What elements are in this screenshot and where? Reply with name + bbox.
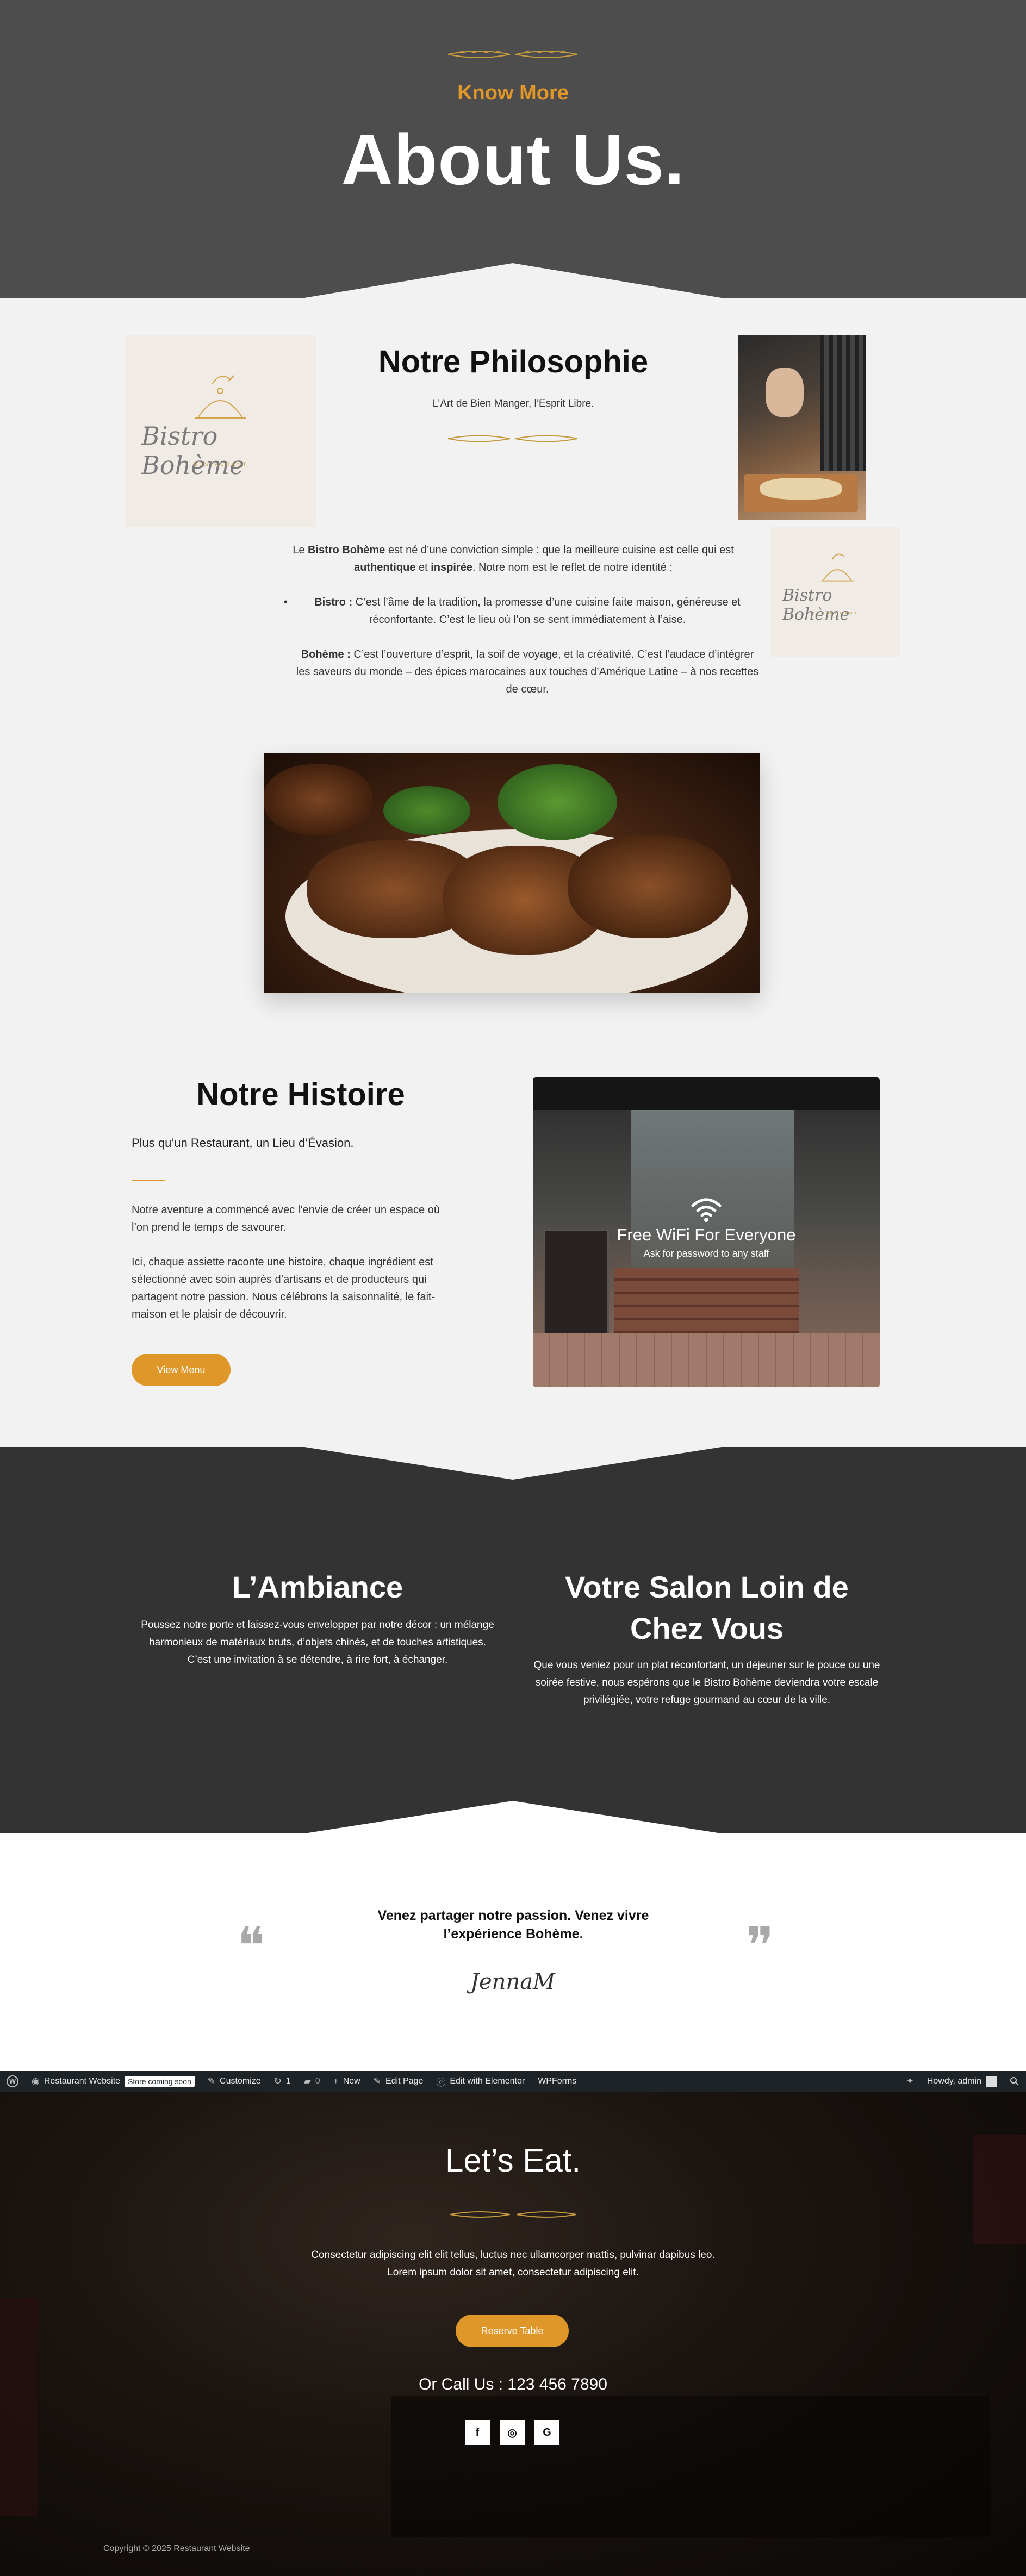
- comment-icon: ▰: [303, 2076, 311, 2086]
- histoire-paragraph-2: Ici, chaque assiette raconte une histoir…: [132, 1256, 436, 1320]
- footer-title: Let’s Eat.: [445, 2142, 581, 2179]
- philosophy-intro: Le Bistro Bohème est né d’une conviction…: [293, 544, 734, 573]
- salon-title: Votre Salon Loin de Chez Vous: [565, 1570, 849, 1645]
- bistro-logo-small: Bistro Bohème RESTAURANT: [770, 527, 900, 657]
- store-status-badge: Store coming soon: [125, 2076, 195, 2087]
- hero-divider-shape: [304, 263, 722, 298]
- list-item: • Bistro : C’est l’âme de la tradition, …: [284, 596, 741, 626]
- histoire-title: Notre Histoire: [196, 1077, 405, 1112]
- search-icon: [1010, 2077, 1019, 2086]
- ambiance-title: L’Ambiance: [232, 1570, 403, 1604]
- ambiance-section: L’Ambiance Poussez notre porte et laisse…: [0, 1447, 1026, 1833]
- philosophy-title: Notre Philosophie: [378, 344, 649, 379]
- quote-text: Venez partager notre passion. Venez vivr…: [377, 1908, 649, 1942]
- reserve-table-button[interactable]: Reserve Table: [456, 2315, 569, 2347]
- pencil-icon: ✎: [373, 2076, 381, 2086]
- logo-script: Bistro Bohème: [782, 586, 850, 624]
- edit-page-link[interactable]: ✎ Edit Page: [367, 2071, 430, 2092]
- wheat-ornament-icon: [450, 2211, 577, 2218]
- quote-open-icon: ❝: [237, 1917, 265, 1975]
- hero-eyebrow: Know More: [457, 82, 569, 104]
- philosophy-subtitle: L’Art de Bien Manger, l’Esprit Libre.: [432, 398, 594, 409]
- edit-with-elementor-link[interactable]: ⓔ Edit with Elementor: [430, 2071, 531, 2092]
- grilled-meat-photo: [264, 753, 760, 993]
- copyright: Copyright © 2025 Restaurant Website: [103, 2544, 250, 2553]
- wheat-ornament-icon: [447, 435, 578, 442]
- hero-section: Know More About Us.: [0, 0, 1026, 298]
- wifi-title: Free WiFi For Everyone: [617, 1225, 796, 1244]
- restaurant-entrance-photo: Free WiFi For Everyone Ask for password …: [533, 1077, 880, 1387]
- ai-assistant-button[interactable]: ✦: [900, 2071, 921, 2092]
- quote-close-icon: ❞: [746, 1917, 774, 1975]
- logo-subtitle: RESTAURANT: [193, 461, 248, 467]
- brush-icon: ✎: [207, 2076, 216, 2086]
- salon-text: Que vous veniez pour un plat réconfortan…: [533, 1660, 880, 1706]
- wheat-ornament-icon: [447, 51, 578, 58]
- histoire-paragraph-1: Notre aventure a commencé avec l’envie d…: [132, 1204, 440, 1233]
- site-name-menu[interactable]: ◉ Restaurant Website Store coming soon: [25, 2071, 201, 2092]
- wpforms-menu[interactable]: WPForms: [531, 2071, 583, 2092]
- footer-section: Let’s Eat. Consectetur adipiscing elit e…: [0, 2092, 1026, 2576]
- cloche-icon: [821, 553, 854, 582]
- footer-text-line-2: Lorem ipsum dolor sit amet, consectetur …: [387, 2267, 639, 2278]
- accent-divider: [132, 1180, 165, 1181]
- elementor-icon: ⓔ: [436, 2077, 446, 2088]
- quote-signature: JennaM: [470, 1969, 556, 1994]
- logo-subtitle: RESTAURANT: [811, 612, 859, 615]
- google-icon[interactable]: G: [534, 2420, 559, 2445]
- histoire-subtitle: Plus qu’un Restaurant, un Lieu d’Évasion…: [132, 1136, 354, 1150]
- page-title: About Us.: [341, 120, 685, 199]
- new-content-menu[interactable]: + New: [327, 2071, 367, 2092]
- footer-phone: Or Call Us : 123 456 7890: [419, 2375, 607, 2393]
- wifi-subtitle: Ask for password to any staff: [643, 1248, 769, 1259]
- quote-section: ❝ Venez partager notre passion. Venez vi…: [0, 1833, 1026, 2071]
- wordpress-icon: W: [7, 2075, 18, 2087]
- customize-link[interactable]: ✎ Customize: [201, 2071, 268, 2092]
- logo-script: Bistro Bohème: [141, 421, 245, 480]
- admin-search-button[interactable]: [1003, 2071, 1026, 2092]
- brand-name: Bistro Bohème: [308, 544, 385, 556]
- updates-link[interactable]: ↻ 1: [268, 2071, 297, 2092]
- wp-admin-bar: W ◉ Restaurant Website Store coming soon…: [0, 2071, 1026, 2092]
- comments-link[interactable]: ▰ 0: [297, 2071, 327, 2092]
- chef-pouring-photo: [738, 335, 866, 520]
- plus-icon: +: [333, 2076, 339, 2086]
- footer-text-line-1: Consectetur adipiscing elit elit tellus,…: [311, 2249, 715, 2261]
- bottom-divider-shape: [304, 1801, 722, 1833]
- ambiance-text: Poussez notre porte et laissez-vous enve…: [141, 1619, 494, 1666]
- view-menu-button[interactable]: View Menu: [132, 1354, 231, 1386]
- dashboard-icon: ◉: [32, 2076, 40, 2086]
- instagram-icon[interactable]: ◎: [500, 2420, 525, 2445]
- list-item: Bohème : C’est l’ouverture d’esprit, la …: [296, 648, 759, 695]
- bistro-logo-large: Bistro Bohème RESTAURANT: [125, 335, 316, 527]
- wifi-icon: [691, 1198, 722, 1222]
- account-menu[interactable]: Howdy, admin: [921, 2071, 1003, 2092]
- facebook-icon[interactable]: f: [465, 2420, 490, 2445]
- philosophy-list: • Bistro : C’est l’âme de la tradition, …: [284, 594, 761, 698]
- refresh-icon: ↻: [273, 2076, 282, 2086]
- cloche-icon: [195, 375, 246, 419]
- sparkle-icon: ✦: [906, 2076, 914, 2086]
- wordpress-menu[interactable]: W: [0, 2071, 25, 2092]
- avatar: [986, 2076, 997, 2087]
- top-divider-shape: [304, 1447, 722, 1480]
